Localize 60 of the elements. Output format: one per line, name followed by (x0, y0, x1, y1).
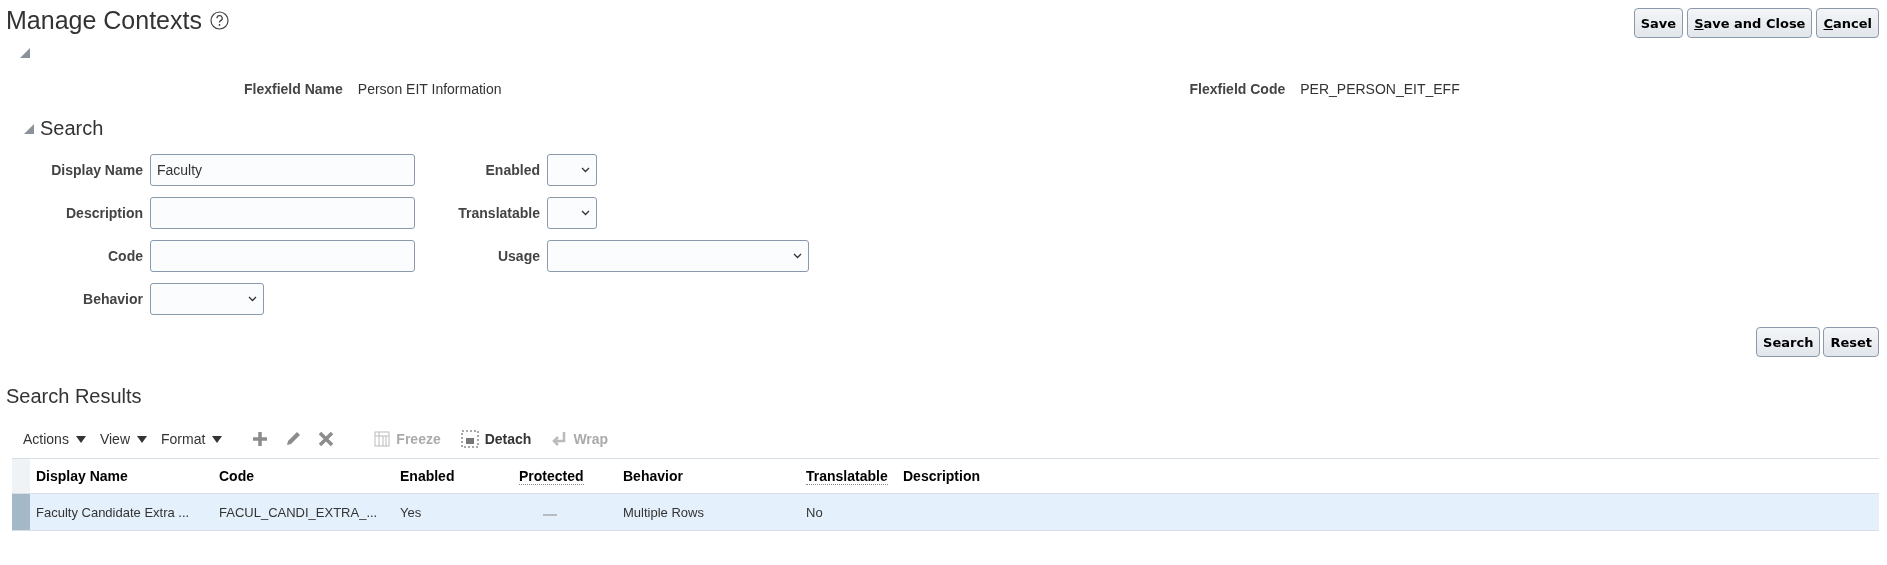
wrap-icon (551, 431, 568, 447)
field-label: Description (65, 205, 143, 221)
field-label: Translatable (457, 205, 540, 221)
table-cell-text: Multiple Rows (622, 504, 705, 520)
column-header[interactable]: Description (897, 459, 1879, 493)
table-cell-text: FACUL_CANDI_EXTRA_... (218, 504, 379, 520)
column-header[interactable]: Enabled (394, 459, 513, 493)
toolbar-button[interactable]: Detach (460, 430, 532, 448)
field-label: Enabled (484, 162, 540, 178)
column-header[interactable]: Behavior (617, 459, 800, 493)
column-header[interactable]: Protected (513, 459, 617, 493)
flexfield-label: Flexfield Code (1189, 81, 1286, 97)
chevron-down-icon (793, 253, 802, 259)
help-icon[interactable] (209, 11, 229, 30)
disclosure-icon[interactable] (20, 48, 30, 58)
search-form-button[interactable]: Reset (1823, 327, 1879, 357)
field-label: Usage (496, 248, 540, 264)
text-field[interactable] (150, 197, 415, 229)
dropdown-field[interactable] (547, 154, 597, 186)
table-cell-text: Faculty Candidate Extra ... (35, 504, 191, 520)
column-header[interactable]: Display Name (30, 459, 213, 493)
action-button[interactable]: Save (1633, 8, 1684, 38)
section-title: Search (40, 117, 104, 140)
search-form-button[interactable]: Search (1756, 327, 1821, 357)
detach-icon (460, 430, 479, 448)
text-field[interactable]: Faculty (150, 154, 415, 186)
table-row[interactable]: Faculty Candidate Extra ... FACUL_CANDI_EXTRA_... Yes Multiple Rows No (12, 493, 1879, 530)
flexfield-label: Flexfield Name (244, 81, 343, 97)
toolbar-menu[interactable]: View (99, 431, 147, 447)
caret-icon (212, 435, 223, 443)
chevron-down-icon (248, 296, 257, 302)
dropdown-field[interactable] (547, 197, 597, 229)
pencil-icon[interactable] (284, 430, 303, 448)
page-title: Manage Contexts (6, 6, 202, 35)
add-icon[interactable] (252, 431, 269, 447)
section-title: Search Results (6, 385, 143, 408)
field-label: Display Name (50, 162, 143, 178)
field-label: Behavior (82, 291, 143, 307)
table-cell-text: Yes (399, 504, 423, 520)
chevron-down-icon (581, 210, 590, 216)
section-toggle-icon[interactable] (24, 123, 34, 134)
table-cell-text: No (805, 504, 824, 520)
toolbar-menu[interactable]: Actions (23, 431, 86, 447)
dropdown-field[interactable] (547, 240, 809, 272)
toolbar-menu[interactable]: Format (161, 431, 223, 447)
flexfield-value: PER_PERSON_EIT_EFF (1300, 81, 1460, 97)
caret-icon (75, 435, 86, 443)
chevron-down-icon (581, 167, 590, 173)
action-button[interactable]: Save and Close (1687, 8, 1813, 38)
delete-icon[interactable] (318, 431, 335, 447)
table-icon (374, 431, 391, 447)
text-field[interactable] (150, 240, 415, 272)
row-header (12, 459, 30, 493)
dropdown-field[interactable] (150, 283, 264, 315)
column-header[interactable]: Translatable (800, 459, 897, 493)
column-header[interactable]: Code (213, 459, 394, 493)
flexfield-value: Person EIT Information (357, 81, 502, 97)
caret-icon (137, 435, 147, 443)
field-label: Code (107, 248, 143, 264)
action-button[interactable]: Cancel (1816, 8, 1879, 38)
